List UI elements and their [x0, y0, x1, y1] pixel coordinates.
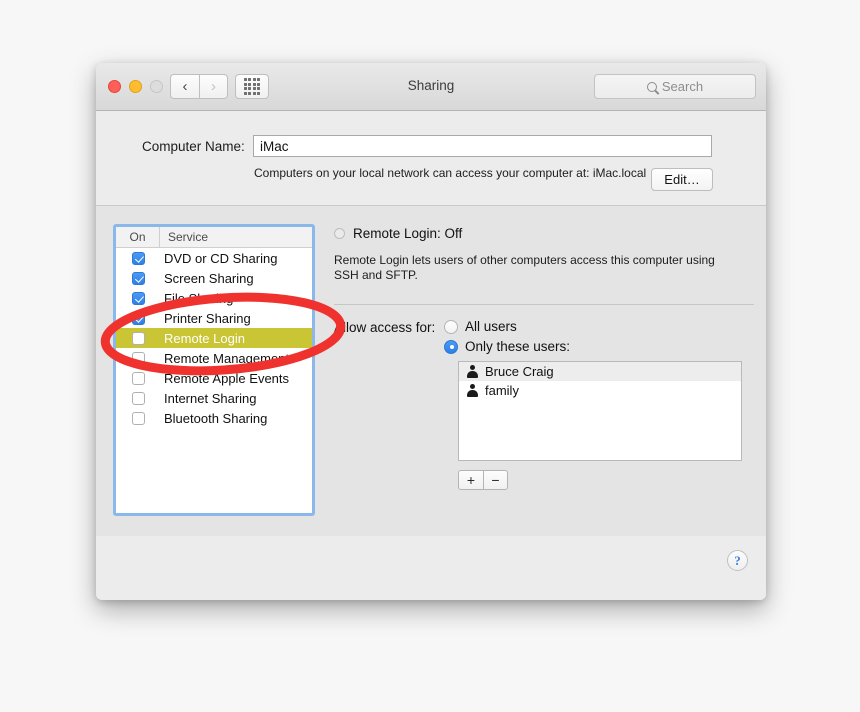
service-checkbox-cell: [116, 351, 160, 365]
column-header-on: On: [116, 227, 160, 247]
column-header-service: Service: [168, 230, 209, 244]
service-name-label: Remote Management: [164, 350, 290, 366]
help-button[interactable]: ?: [727, 550, 748, 571]
computer-name-description: Computers on your local network can acce…: [254, 166, 647, 180]
service-row-bluetooth-sharing[interactable]: Bluetooth Sharing: [116, 408, 312, 428]
radio-all-users-label: All users: [465, 319, 517, 334]
radio-only-these-users-label: Only these users:: [465, 339, 571, 354]
service-checkbox[interactable]: [131, 411, 145, 425]
sharing-content: On Service DVD or CD Sharing Screen Shari…: [96, 206, 766, 536]
service-row-file-sharing[interactable]: File Sharing: [116, 288, 312, 308]
services-list[interactable]: On Service DVD or CD Sharing Screen Shari…: [113, 224, 315, 516]
radio-all-users[interactable]: All users: [444, 319, 517, 334]
service-name-label: Printer Sharing: [164, 310, 251, 326]
service-name-label: Remote Login: [164, 330, 245, 346]
status-label: Remote Login: Off: [353, 226, 463, 241]
allow-access-label: Allow access for:: [334, 320, 436, 335]
service-description: Remote Login lets users of other compute…: [334, 253, 715, 282]
radio-only-these-users-icon[interactable]: [444, 339, 458, 354]
status-indicator-icon: [334, 228, 345, 239]
remove-user-button[interactable]: −: [483, 470, 508, 490]
service-row-dvd-or-cd-sharing[interactable]: DVD or CD Sharing: [116, 248, 312, 268]
service-checkbox-cell: [116, 331, 160, 345]
service-detail-pane: Remote Login: Off Remote Login lets user…: [334, 206, 766, 536]
service-row-screen-sharing[interactable]: Screen Sharing: [116, 268, 312, 288]
service-name-label: File Sharing: [164, 290, 234, 306]
service-checkbox-cell: [116, 271, 160, 285]
back-button[interactable]: ‹: [170, 74, 199, 99]
user-name-label: Bruce Craig: [485, 364, 554, 379]
window-titlebar: ‹ › Sharing Search: [96, 63, 766, 111]
service-row-printer-sharing[interactable]: Printer Sharing: [116, 308, 312, 328]
service-checkbox[interactable]: [131, 271, 145, 285]
show-all-preferences-button[interactable]: [235, 74, 269, 99]
search-placeholder: Search: [661, 79, 704, 94]
service-checkbox[interactable]: [131, 311, 145, 325]
section-divider: [334, 304, 754, 305]
radio-only-these-users[interactable]: Only these users:: [444, 339, 570, 354]
search-icon: [646, 81, 657, 92]
service-checkbox-cell: [116, 391, 160, 405]
window-footer: ?: [96, 536, 766, 598]
service-row-remote-apple-events[interactable]: Remote Apple Events: [116, 368, 312, 388]
user-name-label: family: [485, 383, 519, 398]
person-icon: [466, 384, 478, 397]
grid-icon: [243, 78, 261, 95]
allowed-users-list[interactable]: Bruce Craig family: [458, 361, 742, 461]
edit-button[interactable]: Edit…: [651, 168, 713, 191]
service-name-label: Screen Sharing: [164, 270, 254, 286]
service-checkbox[interactable]: [131, 251, 145, 265]
person-icon: [466, 365, 478, 378]
services-rows: DVD or CD Sharing Screen Sharing File Shar…: [116, 248, 312, 428]
user-rows: Bruce Craig family: [459, 362, 741, 400]
computer-name-label: Computer Name:: [142, 139, 245, 154]
service-checkbox[interactable]: [131, 391, 145, 405]
close-window-button[interactable]: [108, 80, 121, 93]
service-row-remote-login[interactable]: Remote Login: [116, 328, 312, 348]
sharing-preferences-window: ‹ › Sharing Search Computer Name: Comput…: [96, 63, 766, 600]
remote-login-status: Remote Login: Off: [334, 226, 462, 241]
navigation-buttons: ‹ ›: [170, 74, 228, 99]
service-checkbox-cell: [116, 311, 160, 325]
service-checkbox[interactable]: [131, 371, 145, 385]
computer-name-field[interactable]: [253, 135, 712, 157]
service-checkbox-cell: [116, 251, 160, 265]
service-row-remote-management[interactable]: Remote Management: [116, 348, 312, 368]
user-list-controls: + −: [458, 470, 508, 490]
user-list-item[interactable]: family: [459, 381, 741, 400]
service-name-label: Remote Apple Events: [164, 370, 290, 386]
zoom-window-button[interactable]: [150, 80, 163, 93]
service-row-internet-sharing[interactable]: Internet Sharing: [116, 388, 312, 408]
user-list-item[interactable]: Bruce Craig: [459, 362, 741, 381]
service-name-label: DVD or CD Sharing: [164, 250, 278, 266]
service-checkbox-cell: [116, 411, 160, 425]
service-checkbox[interactable]: [131, 351, 145, 365]
service-checkbox[interactable]: [131, 291, 145, 305]
service-name-label: Bluetooth Sharing: [164, 410, 268, 426]
minimize-window-button[interactable]: [129, 80, 142, 93]
add-user-button[interactable]: +: [458, 470, 483, 490]
service-checkbox-cell: [116, 291, 160, 305]
service-checkbox[interactable]: [131, 331, 145, 345]
computer-name-pane: Computer Name: Computers on your local n…: [96, 111, 766, 206]
service-checkbox-cell: [116, 371, 160, 385]
service-name-label: Internet Sharing: [164, 390, 257, 406]
forward-button[interactable]: ›: [199, 74, 228, 99]
search-input[interactable]: Search: [594, 74, 756, 99]
traffic-lights: [108, 80, 163, 93]
radio-all-users-icon[interactable]: [444, 319, 458, 334]
services-header-row: On Service: [116, 227, 312, 248]
